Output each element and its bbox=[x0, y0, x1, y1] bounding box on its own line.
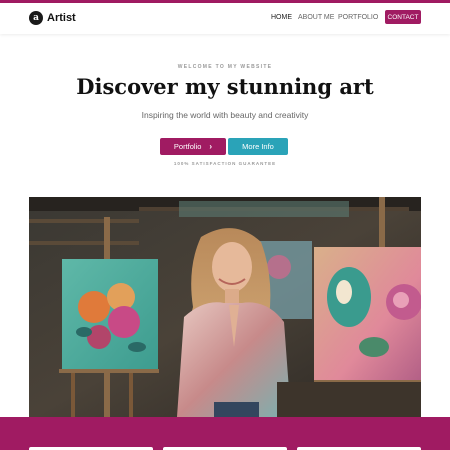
portfolio-button[interactable]: Portfolio › bbox=[160, 138, 226, 155]
logo-icon: a bbox=[29, 11, 43, 25]
guarantee-text: 100% SATISFACTION GUARANTEE bbox=[173, 161, 277, 166]
nav-item-about-me[interactable]: ABOUT ME bbox=[298, 14, 334, 21]
hero-title: Discover my stunning art bbox=[76, 74, 374, 99]
nav-item-portfolio[interactable]: PORTFOLIO bbox=[338, 14, 378, 21]
site-header: a Artist HOME ABOUT ME PORTFOLIO CONTACT bbox=[0, 3, 450, 34]
contact-button[interactable]: CONTACT bbox=[385, 10, 421, 24]
logo[interactable]: a Artist bbox=[29, 11, 76, 25]
hero-eyebrow: WELCOME TO MY WEBSITE bbox=[177, 64, 273, 70]
artist-studio-image bbox=[29, 197, 421, 417]
nav-item-home[interactable]: HOME bbox=[271, 14, 292, 21]
feature-band bbox=[0, 417, 450, 450]
logo-text: Artist bbox=[47, 12, 76, 24]
hero-subtitle: Inspiring the world with beauty and crea… bbox=[141, 110, 309, 120]
portfolio-button-label: Portfolio bbox=[173, 142, 202, 151]
hero-photo bbox=[29, 197, 421, 417]
more-info-button[interactable]: More Info bbox=[228, 138, 288, 155]
chevron-right-icon: › bbox=[209, 142, 213, 151]
